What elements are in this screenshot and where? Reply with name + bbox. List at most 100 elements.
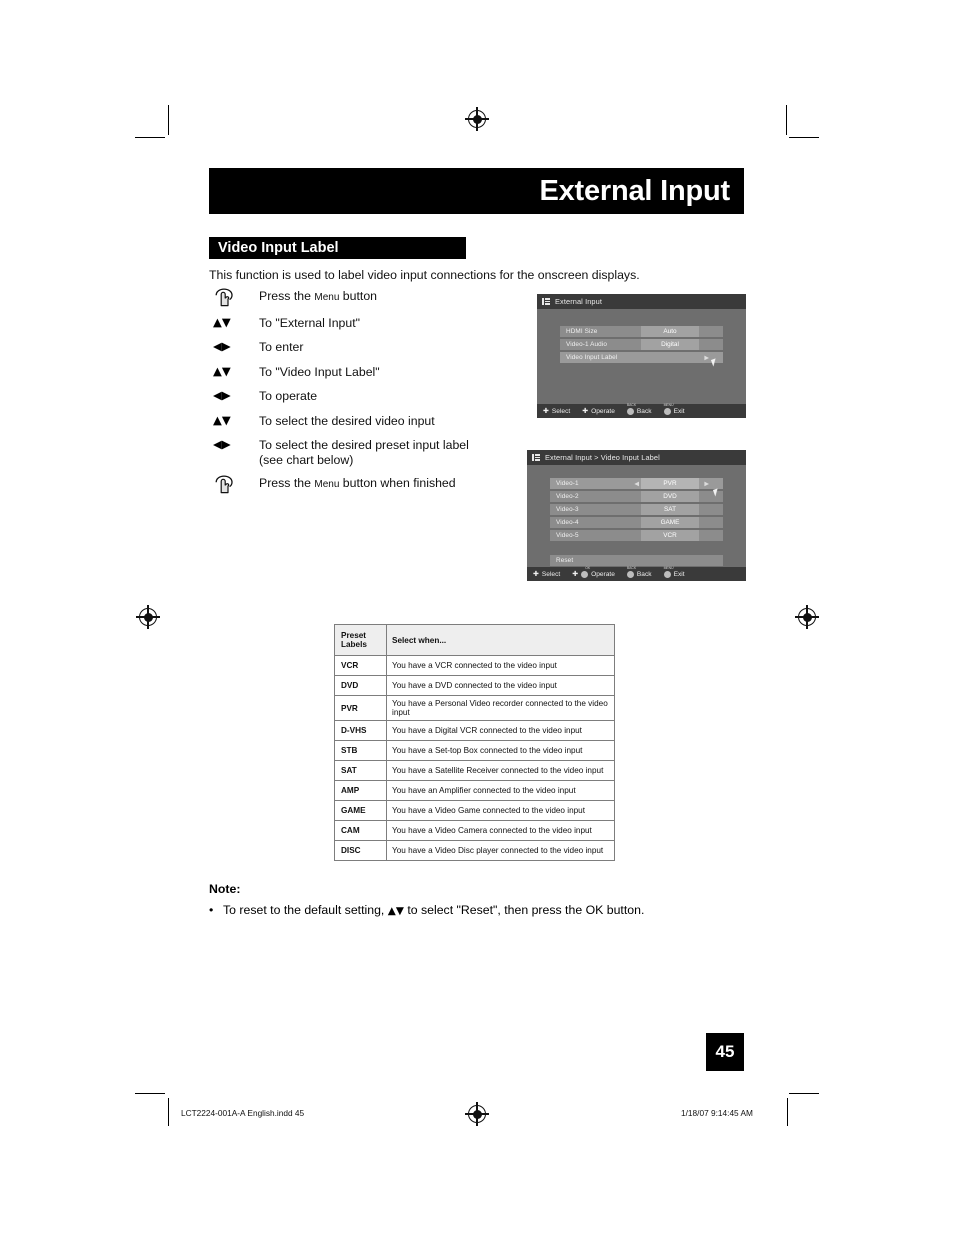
osd-row-value[interactable]: DVD: [641, 491, 699, 502]
preset-description: You have an Amplifier connected to the v…: [386, 780, 615, 801]
osd-row-hdmi-size[interactable]: HDMI Size Auto: [560, 326, 723, 337]
list-item: ▲▼ To "Video Input Label": [209, 364, 519, 382]
preset-label: D-VHS: [334, 720, 387, 741]
note-text-after: to select "Reset", then press the OK but…: [407, 903, 645, 917]
preset-label: PVR: [334, 695, 387, 721]
osd-title-text: External Input: [555, 297, 603, 306]
osd-hint-operate: ✚ Operate: [582, 407, 615, 415]
preset-description: You have a Video Game connected to the v…: [386, 800, 615, 821]
osd-row-video1-audio[interactable]: Video-1 Audio Digital: [560, 339, 723, 350]
osd-hint-label: Select: [541, 570, 561, 578]
table-row: DISC You have a Video Disc player connec…: [334, 840, 615, 861]
up-down-arrows-icon: ▲▼: [209, 364, 259, 378]
preset-label: DVD: [334, 675, 387, 696]
osd-hint-label: Select: [551, 407, 571, 415]
registration-mark-right: [795, 605, 819, 629]
table-header-line2: Labels: [341, 640, 367, 649]
list-item: ◀▶ To operate: [209, 388, 519, 406]
registration-mark-left: [136, 605, 160, 629]
osd-row-label: Video-4: [556, 519, 579, 526]
osd-row-label: Video Input Label: [566, 354, 618, 361]
section-heading-bar: Video Input Label: [209, 237, 466, 259]
table-row: DVD You have a DVD connected to the vide…: [334, 675, 615, 696]
chevron-left-icon[interactable]: ◀: [634, 480, 639, 487]
crop-mark-bottom-right-horizontal: [789, 1093, 819, 1095]
left-right-arrows-icon: ◀▶: [209, 339, 259, 353]
osd-hint-exit: MENU Exit: [663, 566, 685, 578]
osd-row-video-4[interactable]: Video-4 GAME: [550, 517, 723, 528]
osd-hint-label: Operate: [591, 570, 615, 578]
table-row: AMP You have an Amplifier connected to t…: [334, 780, 615, 801]
preset-label: GAME: [334, 800, 387, 821]
registration-mark-top: [465, 107, 489, 131]
osd-row-label: Video-1: [556, 480, 579, 487]
button-dot-icon: [626, 570, 634, 578]
osd-hint-back: BACK Back: [626, 403, 652, 415]
osd-row-label: Video-1 Audio: [566, 341, 607, 348]
step-text-after: button when finished: [339, 475, 456, 490]
preset-description: You have a VCR connected to the video in…: [386, 655, 615, 676]
preset-description: You have a Video Disc player connected t…: [386, 840, 615, 861]
osd-hint-mini-label: BACK: [626, 565, 637, 570]
osd-row-value[interactable]: GAME: [641, 517, 699, 528]
osd-row-video-3[interactable]: Video-3 SAT: [550, 504, 723, 515]
osd-row-video-5[interactable]: Video-5 VCR: [550, 530, 723, 541]
step-text: To enter: [259, 340, 304, 354]
button-dot-icon: [581, 570, 589, 578]
step-text: Press the Menu button when finished: [259, 475, 456, 492]
preset-description: You have a Personal Video recorder conne…: [386, 695, 615, 721]
osd-row-value[interactable]: Digital: [641, 339, 699, 350]
list-item: ▲▼ To select the desired video input: [209, 413, 519, 431]
button-dot-icon: [663, 407, 671, 415]
osd-body: Video-1 ◀ PVR ▶ Video-2 DVD Video-3 SAT …: [527, 465, 746, 566]
osd-row-video-1[interactable]: Video-1 ◀ PVR ▶: [550, 478, 723, 489]
footer-rule-left: [168, 1098, 169, 1126]
list-item: ◀▶ To select the desired preset input la…: [209, 437, 519, 468]
note-body: • To reset to the default setting, ▲▼ to…: [209, 903, 749, 917]
osd-row-value[interactable]: VCR: [641, 530, 699, 541]
osd-row-value[interactable]: SAT: [641, 504, 699, 515]
osd-screenshot-video-input-label: External Input > Video Input Label Video…: [527, 450, 746, 581]
dpad-icon: ✚: [533, 569, 539, 578]
osd-row-video-input-label[interactable]: Video Input Label ▶: [560, 352, 723, 363]
osd-row-label: Video-5: [556, 532, 579, 539]
left-right-arrows-glyph: ◀▶: [213, 339, 231, 353]
footer-rule-right: [787, 1098, 788, 1126]
preset-label: AMP: [334, 780, 387, 801]
osd-screenshot-external-input: External Input HDMI Size Auto Video-1 Au…: [537, 294, 746, 418]
left-right-arrows-glyph: ◀▶: [213, 388, 231, 402]
up-down-arrows-icon: ▲▼: [387, 905, 404, 917]
hand-press-icon: [209, 288, 259, 308]
page-title-band: External Input: [209, 168, 744, 214]
list-item: ◀▶ To enter: [209, 339, 519, 357]
left-right-arrows-icon: ◀▶: [209, 388, 259, 402]
step-smallcaps: Menu: [314, 478, 340, 490]
preset-description: You have a DVD connected to the video in…: [386, 675, 615, 696]
note-text: To reset to the default setting, ▲▼ to s…: [223, 903, 644, 917]
osd-hint-mini-label: MENU: [663, 565, 674, 570]
note-bullet: •: [209, 903, 214, 917]
osd-bottom-bar: ✚ Select ✚ Operate BACK Back MENU Exit: [537, 403, 746, 418]
osd-row-label: HDMI Size: [566, 328, 598, 335]
osd-row-value[interactable]: PVR: [641, 478, 699, 489]
dpad-icon: ✚: [543, 406, 549, 415]
osd-hint-label: Operate: [591, 407, 615, 415]
table-row: D-VHS You have a Digital VCR connected t…: [334, 720, 615, 741]
page-number: 45: [715, 1042, 735, 1061]
osd-row-reset[interactable]: Reset: [550, 555, 723, 566]
osd-hint-operate: ✚ OK Operate: [572, 566, 615, 578]
list-item: Press the Menu button when finished: [209, 474, 519, 495]
preset-description: You have a Digital VCR connected to the …: [386, 720, 615, 741]
osd-titlebar: External Input: [537, 294, 746, 309]
osd-row-video-2[interactable]: Video-2 DVD: [550, 491, 723, 502]
chevron-right-icon: ▶: [704, 355, 709, 361]
preset-label: DISC: [334, 840, 387, 861]
page-title: External Input: [539, 174, 730, 207]
table-row: GAME You have a Video Game connected to …: [334, 800, 615, 821]
osd-hint-mini-label: BACK: [626, 402, 637, 407]
osd-row-value[interactable]: Auto: [641, 326, 699, 337]
chevron-right-icon[interactable]: ▶: [704, 480, 709, 487]
table-header-select-when: Select when...: [386, 624, 615, 656]
step-text-before: Press the: [259, 475, 315, 490]
crop-mark-bottom-left-horizontal: [135, 1093, 165, 1095]
